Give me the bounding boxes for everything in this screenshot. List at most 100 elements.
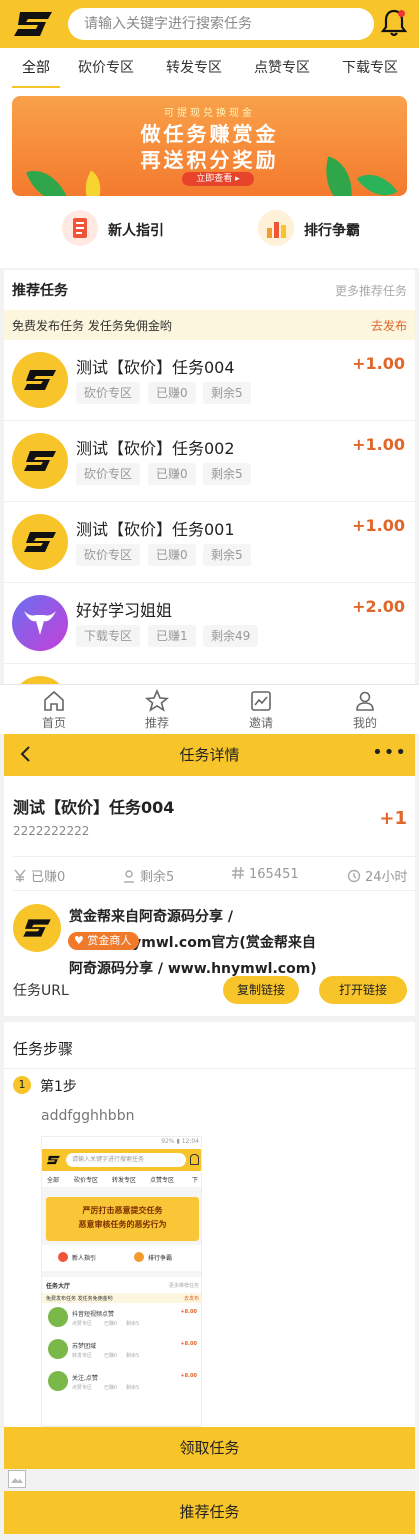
shot-avatar xyxy=(48,1371,68,1391)
shot-item-tag: 点赞专区 xyxy=(72,1385,93,1391)
bull-logo-avatar xyxy=(12,595,68,651)
search-input[interactable]: 请输入关键字进行搜索任务 xyxy=(68,8,374,40)
shot-item-tag: 已赚0 xyxy=(104,1321,118,1327)
shot-notice-text: 免费发布任务 发任务免佣金哟 xyxy=(46,1296,113,1302)
task-reward: +1.00 xyxy=(352,354,405,373)
open-link-button[interactable]: 打开链接 xyxy=(319,976,407,1004)
stat-task-id-value: 165451 xyxy=(249,867,299,882)
task-title: 好好学习姐姐 xyxy=(76,601,173,620)
shot-status-text: 92% ▮ 12:04 xyxy=(161,1138,199,1145)
divider xyxy=(13,856,415,857)
stat-task-id: 165451 xyxy=(231,866,299,882)
active-tab-indicator xyxy=(12,86,60,88)
step-label: 第1步 xyxy=(40,1079,77,1095)
shot-hall-title: 任务大厅 xyxy=(46,1283,71,1290)
shot-shortcut-label: 新人指引 xyxy=(72,1255,97,1262)
step-description: addfgghhbbn xyxy=(41,1108,135,1124)
clock-icon xyxy=(347,869,361,883)
banner-view-button[interactable]: 立即查看 ▸ xyxy=(182,172,254,186)
notice-text: 免费发布任务 发任务免佣金哟 xyxy=(12,319,172,333)
shot-logo-icon xyxy=(46,1155,60,1165)
promo-banner[interactable]: 可提现兑换现金 做任务赚赏金 再送积分奖励 立即查看 ▸ xyxy=(12,96,407,196)
shot-item-tag: 已赚0 xyxy=(104,1353,118,1359)
shot-tab: 砍价专区 xyxy=(74,1177,99,1184)
task-earned-tag: 已赚0 xyxy=(148,463,196,485)
task-remaining-tag: 剩余5 xyxy=(203,463,251,485)
shot-tab: 下 xyxy=(192,1177,199,1184)
shortcut-rank-label: 排行争霸 xyxy=(304,223,360,239)
nav-mine-label: 我的 xyxy=(352,716,377,730)
leaf-decoration xyxy=(75,170,111,196)
nav-recommend-label: 推荐 xyxy=(144,716,169,730)
nav-invite[interactable]: 邀请 xyxy=(221,685,301,735)
shot-statusbar: 92% ▮ 12:04 xyxy=(42,1137,201,1149)
task-category-tag: 砍价专区 xyxy=(76,382,141,404)
tab-all[interactable]: 全部 xyxy=(6,48,66,90)
shot-avatar xyxy=(48,1307,68,1327)
shot-shortcut-label: 排行争霸 xyxy=(148,1255,173,1262)
tab-forward[interactable]: 转发专区 xyxy=(160,48,228,90)
task-list-item[interactable]: 测试【砍价】任务001 +1.00 砍价专区 已赚0 剩余5 xyxy=(4,502,415,583)
shot-item-tag: 转发专区 xyxy=(72,1353,93,1359)
top-header: 请输入关键字进行搜索任务 xyxy=(0,0,419,48)
yen-icon xyxy=(14,869,26,882)
task-earned-tag: 已赚0 xyxy=(148,544,196,566)
s-logo-avatar xyxy=(12,514,68,570)
task-category-tag: 下载专区 xyxy=(76,625,141,647)
claim-task-button[interactable]: 领取任务 xyxy=(4,1427,415,1469)
s-logo-avatar xyxy=(12,352,68,408)
more-menu-icon[interactable]: ••• xyxy=(372,742,407,763)
shot-item-reward: +8.00 xyxy=(180,1341,197,1347)
publisher-avatar xyxy=(13,904,61,952)
nav-recommend[interactable]: 推荐 xyxy=(117,685,197,735)
shot-hall-more: 更多推荐任务 xyxy=(168,1283,199,1289)
shortcut-rank[interactable]: 排行争霸 xyxy=(258,210,398,250)
shot-header: 请输入关键字进行搜索任务 xyxy=(42,1149,201,1171)
person-icon xyxy=(124,870,134,883)
chart-icon xyxy=(251,691,271,711)
stat-duration: 24小时 xyxy=(347,866,408,885)
stat-earned-value: 已赚0 xyxy=(31,870,66,885)
task-list-item[interactable]: 测试【砍价】任务004 +1.00 砍价专区 已赚0 剩余5 xyxy=(4,340,415,421)
shot-tab: 全部 xyxy=(47,1177,60,1184)
task-remaining-tag: 剩余49 xyxy=(203,625,259,647)
section-title: 推荐任务 xyxy=(12,283,68,299)
go-publish-link[interactable]: 去发布 xyxy=(371,317,407,334)
task-list-item[interactable]: 好好学习姐姐 +2.00 下载专区 已赚1 剩余49 xyxy=(4,583,415,664)
shot-item-tag: 点赞专区 xyxy=(72,1321,93,1327)
stat-duration-value: 24小时 xyxy=(365,870,408,885)
task-list-item[interactable]: 测试【砍价】任务002 +1.00 砍价专区 已赚0 剩余5 xyxy=(4,421,415,502)
tab-like[interactable]: 点赞专区 xyxy=(248,48,316,90)
copy-link-button[interactable]: 复制链接 xyxy=(223,976,299,1004)
nav-home[interactable]: 首页 xyxy=(14,685,94,735)
publisher-badge-label: 赏金商人 xyxy=(87,934,132,947)
divider xyxy=(13,890,415,891)
shot-banner-line1: 严厉打击恶意提交任务 xyxy=(82,1206,163,1215)
task-title: 测试【砍价】任务002 xyxy=(76,439,235,458)
task-title: 测试【砍价】任务004 xyxy=(76,358,235,377)
tab-download[interactable]: 下载专区 xyxy=(336,48,404,90)
detail-header: 任务详情 ••• xyxy=(4,734,415,776)
task-url-label: 任务URL xyxy=(13,983,69,999)
task-subtitle: 2222222222 xyxy=(13,824,90,838)
shortcut-guide[interactable]: 新人指引 xyxy=(62,210,202,250)
recommend-task-button[interactable]: 推荐任务 xyxy=(4,1491,415,1534)
s-logo-avatar xyxy=(12,676,68,684)
shot-item-title: 苏梦团域 xyxy=(72,1343,97,1350)
app-logo[interactable] xyxy=(12,8,58,40)
publisher-badge: ♥ 赏金商人 xyxy=(68,932,140,950)
detail-title: 任务详情 xyxy=(179,746,240,764)
shot-item-tag: 剩余5 xyxy=(126,1385,140,1391)
tab-bargain[interactable]: 砍价专区 xyxy=(72,48,140,90)
task-category-tag: 砍价专区 xyxy=(76,544,141,566)
more-recommend-link[interactable]: 更多推荐任务 xyxy=(335,282,407,299)
shot-banner-line2: 恶意审核任务的恶劣行为 xyxy=(78,1220,167,1229)
nav-mine[interactable]: 我的 xyxy=(325,685,405,735)
s-logo-avatar xyxy=(12,433,68,489)
shot-tabs: 全部 砍价专区 转发专区 点赞专区 下 xyxy=(42,1171,201,1187)
heart-icon: ♥ xyxy=(74,934,88,947)
shot-item-tag: 已赚0 xyxy=(104,1385,118,1391)
step-screenshot[interactable]: 92% ▮ 12:04 请输入关键字进行搜索任务 全部 砍价专区 转发专区 点赞… xyxy=(41,1136,202,1427)
shot-item-title: 关注,点赞 xyxy=(72,1375,98,1382)
category-tabs: 全部 砍价专区 转发专区 点赞专区 下载专区 xyxy=(0,48,419,90)
